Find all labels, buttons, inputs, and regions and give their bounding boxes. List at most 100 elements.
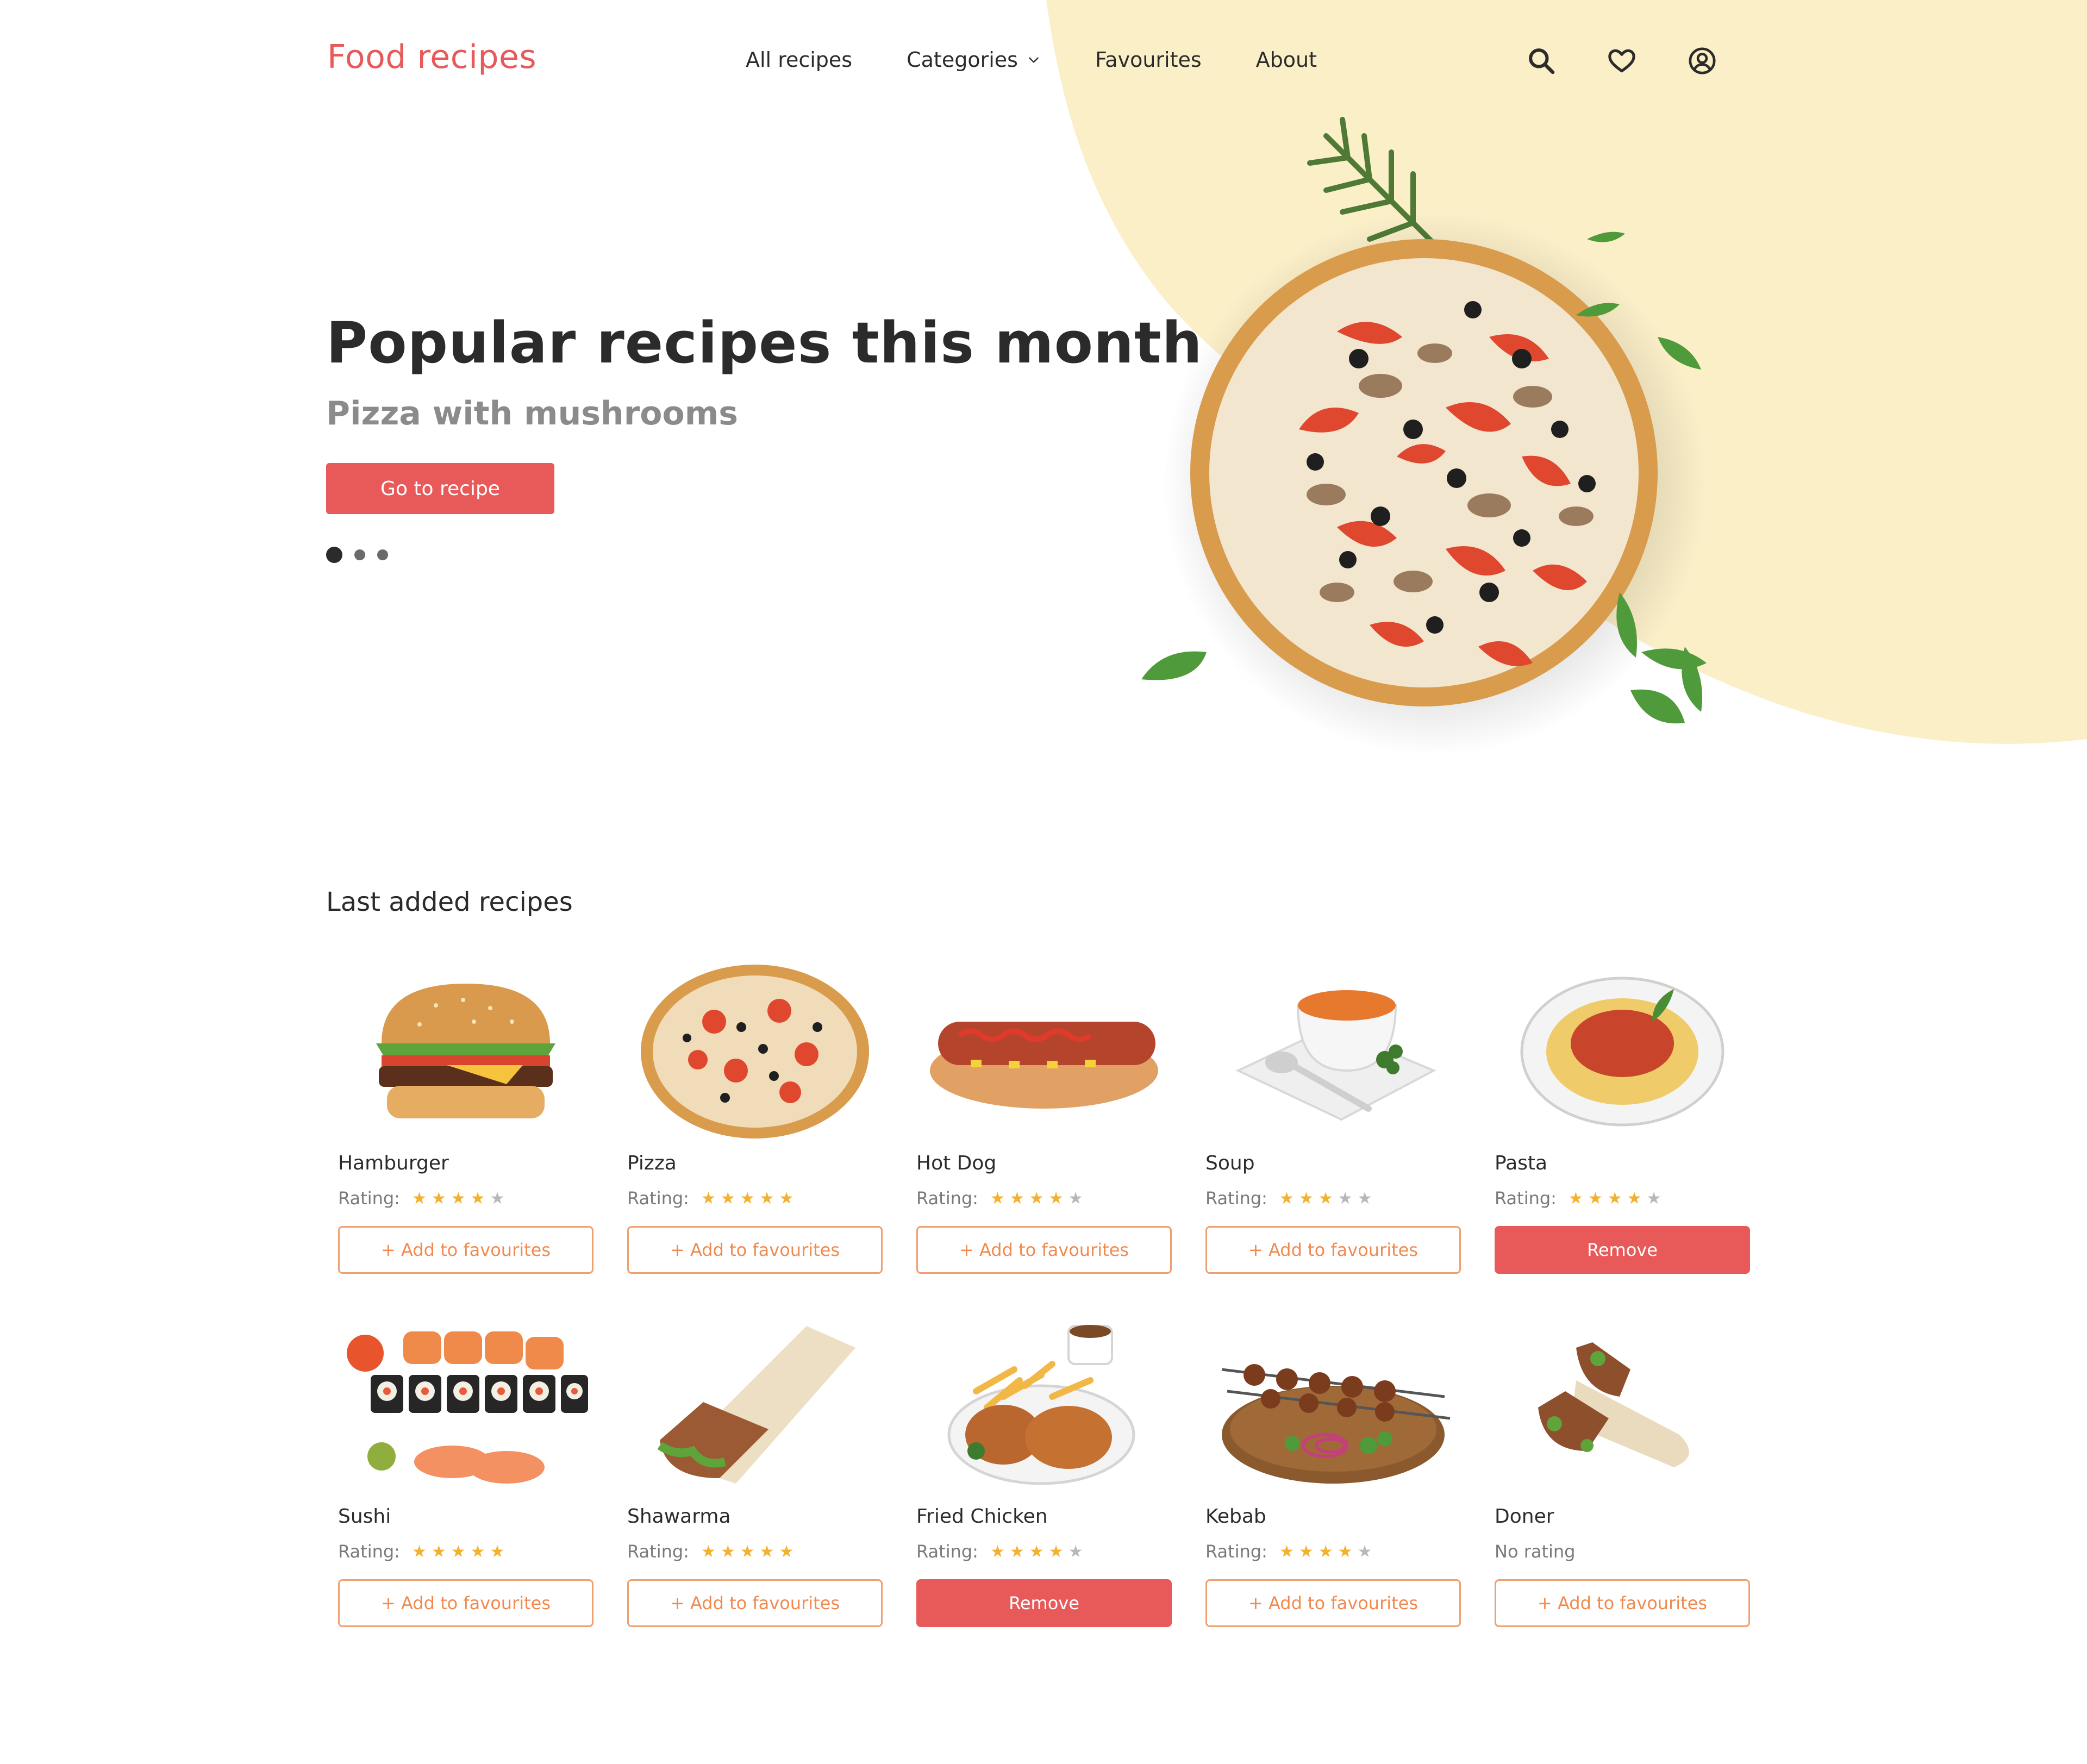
recipe-image-shawarma xyxy=(657,1326,855,1484)
star-icon: ★ xyxy=(990,1542,1005,1561)
nav-about[interactable]: About xyxy=(1256,48,1317,72)
search-icon[interactable] xyxy=(1526,46,1557,76)
recipe-name[interactable]: Shawarma xyxy=(627,1505,731,1528)
nav-favourites-label: Favourites xyxy=(1095,48,1202,72)
add-to-favourites-button[interactable]: + Add to favourites xyxy=(1495,1579,1750,1627)
rating-stars: ★ ★ ★ ★ ★ xyxy=(412,1542,510,1561)
remove-from-favourites-button[interactable]: Remove xyxy=(916,1579,1172,1627)
recipe-card[interactable]: Doner No rating + Add to favourites xyxy=(1495,1315,1750,1641)
recipe-name[interactable]: Pasta xyxy=(1495,1152,1547,1174)
site-logo[interactable]: Food recipes xyxy=(327,38,536,76)
recipe-image-hot-dog xyxy=(930,1022,1158,1109)
recipe-image-pasta xyxy=(1520,977,1724,1127)
star-icon: ★ xyxy=(490,1542,505,1561)
rating-stars: ★ ★ ★ ★ ★ xyxy=(1569,1189,1666,1208)
star-icon: ★ xyxy=(490,1188,505,1208)
star-icon: ★ xyxy=(1048,1542,1064,1561)
nav-about-label: About xyxy=(1255,48,1317,72)
star-icon: ★ xyxy=(411,1188,427,1208)
rating-label: Rating: xyxy=(916,1188,978,1209)
star-icon: ★ xyxy=(1029,1542,1044,1561)
heart-icon[interactable] xyxy=(1607,46,1637,76)
rating-stars: ★ ★ ★ ★ ★ xyxy=(701,1189,799,1208)
recipe-image-fried-chicken xyxy=(947,1325,1135,1485)
remove-from-favourites-button[interactable]: Remove xyxy=(1495,1226,1750,1274)
recipe-image-doner xyxy=(1538,1342,1689,1467)
recipe-name[interactable]: Soup xyxy=(1205,1152,1255,1174)
recipe-card[interactable]: Pizza Rating: ★ ★ ★ ★ ★ + Add to favourites xyxy=(627,962,883,1288)
add-to-favourites-button[interactable]: + Add to favourites xyxy=(627,1226,883,1274)
recipe-card[interactable]: Hot Dog Rating: ★ ★ ★ ★ ★ + Add to favourite… xyxy=(916,962,1172,1288)
recipe-name[interactable]: Fried Chicken xyxy=(916,1505,1048,1528)
star-icon: ★ xyxy=(470,1542,485,1561)
rating-stars: ★ ★ ★ ★ ★ xyxy=(1279,1189,1377,1208)
add-to-favourites-button[interactable]: + Add to favourites xyxy=(627,1579,883,1627)
chevron-down-icon xyxy=(1029,57,1039,63)
rating-label: Rating: xyxy=(338,1541,400,1562)
add-to-favourites-button[interactable]: + Add to favourites xyxy=(916,1226,1172,1274)
star-icon: ★ xyxy=(1588,1188,1603,1208)
top-navigation-bar: Food recipes All recipes Categories Favo… xyxy=(0,0,2087,125)
recipe-image-soup xyxy=(1235,990,1436,1121)
star-icon: ★ xyxy=(720,1542,735,1561)
main-nav: All recipes Categories Favourites About xyxy=(746,48,1371,72)
carousel-dot-1[interactable] xyxy=(326,547,342,563)
add-to-favourites-button[interactable]: + Add to favourites xyxy=(338,1226,593,1274)
carousel-dot-2[interactable] xyxy=(354,549,365,560)
add-to-favourites-button[interactable]: + Add to favourites xyxy=(338,1579,593,1627)
recipe-name[interactable]: Pizza xyxy=(627,1152,677,1174)
recipe-card[interactable]: Fried Chicken Rating: ★ ★ ★ ★ ★ Remove xyxy=(916,1315,1172,1641)
star-icon: ★ xyxy=(740,1188,755,1208)
star-icon: ★ xyxy=(779,1188,794,1208)
rating-stars: ★ ★ ★ ★ ★ xyxy=(990,1542,1088,1561)
star-icon: ★ xyxy=(1338,1188,1353,1208)
star-icon: ★ xyxy=(1607,1188,1622,1208)
add-to-favourites-button[interactable]: + Add to favourites xyxy=(1205,1579,1461,1627)
go-to-recipe-button[interactable]: Go to recipe xyxy=(326,463,554,514)
rating-label: Rating: xyxy=(1205,1188,1267,1209)
rating-stars: ★ ★ ★ ★ ★ xyxy=(701,1542,799,1561)
star-icon: ★ xyxy=(470,1188,485,1208)
recipe-card[interactable]: Soup Rating: ★ ★ ★ ★ ★ + Add to favourites xyxy=(1205,962,1461,1288)
star-icon: ★ xyxy=(990,1188,1005,1208)
recipe-image-pizza xyxy=(641,965,869,1139)
nav-all-recipes[interactable]: All recipes xyxy=(746,48,852,72)
star-icon: ★ xyxy=(1627,1188,1642,1208)
recipe-card[interactable]: Sushi Rating: ★ ★ ★ ★ ★ + Add to favourites xyxy=(338,1315,593,1641)
rating-label: Rating: xyxy=(916,1541,978,1562)
recipe-name[interactable]: Doner xyxy=(1495,1505,1554,1528)
star-icon: ★ xyxy=(431,1188,446,1208)
recipe-card[interactable]: Shawarma Rating: ★ ★ ★ ★ ★ + Add to favourit… xyxy=(627,1315,883,1641)
star-icon: ★ xyxy=(1068,1542,1083,1561)
star-icon: ★ xyxy=(1068,1188,1083,1208)
recipe-rating: No rating xyxy=(1495,1541,1575,1562)
nav-favourites[interactable]: Favourites xyxy=(1095,48,1202,72)
nav-all-recipes-label: All recipes xyxy=(746,48,853,72)
star-icon: ★ xyxy=(1298,1188,1314,1208)
recipe-card[interactable]: Kebab Rating: ★ ★ ★ ★ ★ + Add to favourites xyxy=(1205,1315,1461,1641)
recipe-name[interactable]: Hamburger xyxy=(338,1152,449,1174)
star-icon: ★ xyxy=(431,1542,446,1561)
star-icon: ★ xyxy=(411,1542,427,1561)
star-icon: ★ xyxy=(779,1542,794,1561)
recipe-card[interactable]: Pasta Rating: ★ ★ ★ ★ ★ Remove xyxy=(1495,962,1750,1288)
rating-label: Rating: xyxy=(627,1541,689,1562)
carousel-dot-3[interactable] xyxy=(377,549,388,560)
recipe-rating: Rating: ★ ★ ★ ★ ★ xyxy=(1495,1188,1666,1209)
star-icon: ★ xyxy=(451,1188,466,1208)
recipe-card[interactable]: Hamburger Rating: ★ ★ ★ ★ ★ + Add to favouri… xyxy=(338,962,593,1288)
star-icon: ★ xyxy=(1298,1542,1314,1561)
nav-categories-dropdown[interactable]: Categories xyxy=(907,48,1041,72)
add-to-favourites-button[interactable]: + Add to favourites xyxy=(1205,1226,1461,1274)
star-icon: ★ xyxy=(1318,1542,1333,1561)
nav-categories-label: Categories xyxy=(907,48,1018,72)
star-icon: ★ xyxy=(1279,1188,1294,1208)
star-icon: ★ xyxy=(759,1188,774,1208)
user-icon[interactable] xyxy=(1687,46,1717,76)
recipe-rating: Rating: ★ ★ ★ ★ ★ xyxy=(627,1541,798,1562)
recipe-name[interactable]: Kebab xyxy=(1205,1505,1266,1528)
star-icon: ★ xyxy=(1357,1188,1372,1208)
recipe-name[interactable]: Hot Dog xyxy=(916,1152,996,1174)
recipe-name[interactable]: Sushi xyxy=(338,1505,391,1528)
recipe-rating: Rating: ★ ★ ★ ★ ★ xyxy=(1205,1188,1377,1209)
